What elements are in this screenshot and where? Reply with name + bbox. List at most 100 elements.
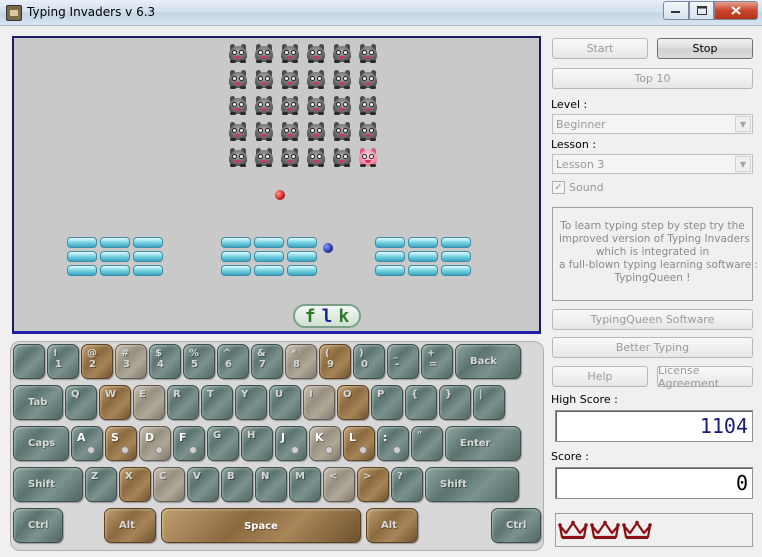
- key-symbol[interactable]: + =: [421, 344, 453, 379]
- help-button[interactable]: Help: [552, 366, 648, 387]
- license-button[interactable]: License Agreement: [657, 364, 753, 390]
- key-p[interactable]: P: [371, 385, 403, 420]
- key-label: C: [159, 471, 167, 482]
- key-label: Tab: [28, 397, 48, 408]
- stop-button[interactable]: Stop: [657, 38, 753, 59]
- key-u[interactable]: U: [269, 385, 301, 420]
- key-z[interactable]: Z: [85, 467, 117, 502]
- key-t[interactable]: T: [201, 385, 233, 420]
- key-i[interactable]: I: [303, 385, 335, 420]
- key-m[interactable]: M: [289, 467, 321, 502]
- minimize-icon: [671, 10, 680, 13]
- level-select[interactable]: Beginner ▼: [552, 114, 753, 134]
- top10-button[interactable]: Top 10: [552, 68, 753, 89]
- start-button[interactable]: Start: [552, 38, 648, 59]
- minimize-button[interactable]: [663, 1, 689, 20]
- key-k[interactable]: K: [309, 426, 341, 461]
- key-label: Y: [241, 389, 249, 400]
- key-alt[interactable]: Alt: [366, 508, 418, 543]
- better-typing-button[interactable]: Better Typing: [552, 337, 753, 358]
- lesson-value: Lesson 3: [556, 158, 605, 171]
- key-h[interactable]: H: [241, 426, 273, 461]
- sound-checkbox[interactable]: ✓: [552, 181, 565, 194]
- invader: [227, 95, 249, 115]
- key-enter[interactable]: Enter: [445, 426, 521, 461]
- key-symbol[interactable]: $4: [149, 344, 181, 379]
- key-symbol[interactable]: {: [405, 385, 437, 420]
- info-line: To learn typing step by step try the: [560, 220, 745, 232]
- key-top-label: (: [325, 348, 330, 359]
- key-caps[interactable]: Caps: [13, 426, 69, 461]
- invader: [305, 69, 327, 89]
- key-v[interactable]: V: [187, 467, 219, 502]
- target-word: flk: [293, 304, 361, 328]
- maximize-button[interactable]: [689, 1, 714, 20]
- key-bottom-label: 9: [327, 359, 334, 370]
- key-space[interactable]: Space: [161, 508, 361, 543]
- key-symbol[interactable]: <: [323, 467, 355, 502]
- shield-brick: [221, 251, 251, 262]
- key-j[interactable]: J: [275, 426, 307, 461]
- key-o[interactable]: O: [337, 385, 369, 420]
- key-symbol[interactable]: ! 1: [47, 344, 79, 379]
- key-shift[interactable]: Shift: [13, 467, 83, 502]
- invader: [253, 147, 275, 167]
- key-d[interactable]: D: [139, 426, 171, 461]
- key-symbol[interactable]: @2: [81, 344, 113, 379]
- info-line: a full-blown typing learning software :: [559, 259, 759, 271]
- key-x[interactable]: X: [119, 467, 151, 502]
- key-symbol[interactable]: _ -: [387, 344, 419, 379]
- close-button[interactable]: [714, 1, 758, 20]
- key-symbol[interactable]: ": [411, 426, 443, 461]
- shield-brick: [375, 265, 405, 276]
- key-w[interactable]: W: [99, 385, 131, 420]
- key-y[interactable]: Y: [235, 385, 267, 420]
- key-symbol[interactable]: ^ 6: [217, 344, 249, 379]
- key-a[interactable]: A: [71, 426, 103, 461]
- key-b[interactable]: B: [221, 467, 253, 502]
- key-symbol[interactable]: ) 0: [353, 344, 385, 379]
- key-symbol[interactable]: |: [473, 385, 505, 420]
- key-symbol[interactable]: #3: [115, 344, 147, 379]
- key-shift[interactable]: Shift: [425, 467, 519, 502]
- key-label: |: [479, 389, 483, 400]
- key-l[interactable]: L: [343, 426, 375, 461]
- home-key-marker: [291, 446, 299, 454]
- key-symbol[interactable]: ?: [391, 467, 423, 502]
- shield-brick: [254, 265, 284, 276]
- sound-option[interactable]: ✓ Sound: [552, 181, 604, 194]
- shield-brick: [441, 251, 471, 262]
- typingqueen-button[interactable]: TypingQueen Software: [552, 309, 753, 330]
- key-f[interactable]: F: [173, 426, 205, 461]
- shield-brick: [254, 251, 284, 262]
- shield-brick: [408, 237, 438, 248]
- key-r[interactable]: R: [167, 385, 199, 420]
- key-ctrl[interactable]: Ctrl: [13, 508, 63, 543]
- key-blank[interactable]: [13, 344, 45, 379]
- key-label: Z: [91, 471, 99, 482]
- key-symbol[interactable]: (9: [319, 344, 351, 379]
- chevron-down-icon[interactable]: ▼: [735, 116, 751, 132]
- key-q[interactable]: Q: [65, 385, 97, 420]
- key-ctrl[interactable]: Ctrl: [491, 508, 541, 543]
- key-symbol[interactable]: }: [439, 385, 471, 420]
- key-tab[interactable]: Tab: [13, 385, 63, 420]
- key-n[interactable]: N: [255, 467, 287, 502]
- key-c[interactable]: C: [153, 467, 185, 502]
- key-symbol[interactable]: * 8: [285, 344, 317, 379]
- lesson-select[interactable]: Lesson 3 ▼: [552, 154, 753, 174]
- chevron-down-icon[interactable]: ▼: [735, 156, 751, 172]
- crown-icon: [622, 520, 652, 539]
- invader: [305, 95, 327, 115]
- key-alt[interactable]: Alt: [104, 508, 156, 543]
- key-symbol[interactable]: :: [377, 426, 409, 461]
- key-s[interactable]: S: [105, 426, 137, 461]
- key-back[interactable]: Back: [455, 344, 521, 379]
- key-symbol[interactable]: % 5: [183, 344, 215, 379]
- key-symbol[interactable]: >: [357, 467, 389, 502]
- invader: [227, 147, 249, 167]
- shield-brick: [100, 237, 130, 248]
- key-e[interactable]: E: [133, 385, 165, 420]
- key-symbol[interactable]: & 7: [251, 344, 283, 379]
- key-g[interactable]: G: [207, 426, 239, 461]
